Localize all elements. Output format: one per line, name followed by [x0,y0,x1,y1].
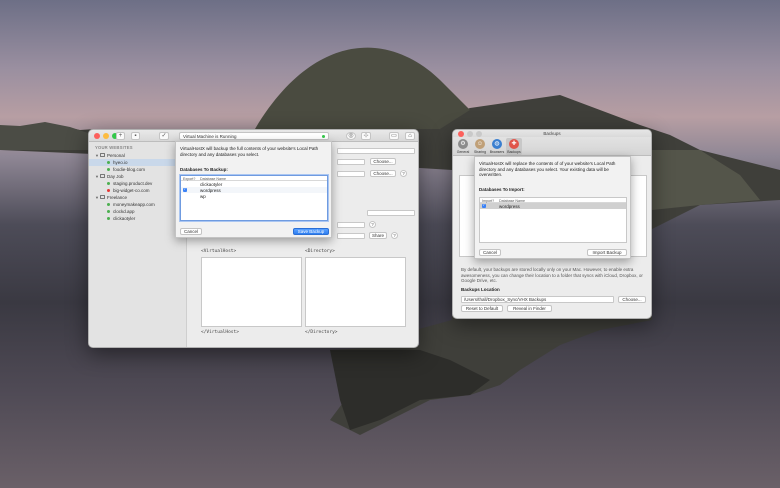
alias-help-button[interactable]: ? [369,221,376,228]
checkmark-icon: ✓ [161,133,167,139]
add-site-button[interactable]: + [116,132,125,140]
column-import: Import? [482,198,495,203]
sidebar: YOUR WEBSITES ▼ Personal hyeo.io foodie-b… [89,142,187,347]
window-title: Backups [543,131,561,136]
backup-database-table: Export? Database Name clickaotyler wordp… [180,175,328,221]
share-url-field[interactable] [337,233,365,239]
table-row[interactable]: wp [181,193,327,199]
status-dot-icon [107,202,110,206]
running-indicator [322,135,325,138]
tab-browsers[interactable]: ◍ Browsers [489,138,505,155]
sidebar-item-foodie-blog[interactable]: foodie-blog.com [89,166,186,173]
share-icon: ⊹ [363,133,369,139]
trash-icon: ▪ [134,133,137,139]
home-button[interactable]: ⌂ [405,132,415,140]
status-dot-icon [107,160,110,164]
plus-icon: + [118,133,123,139]
directory-close-label: </Directory> [305,330,338,335]
tab-sharing[interactable]: ☺ Sharing [472,138,488,155]
sync-button[interactable]: ◎ [346,132,356,140]
sidebar-item-moneymakeapp[interactable]: moneymakeapp.com [89,201,186,208]
port-field[interactable] [367,210,415,216]
terminal-icon: ▭ [391,133,397,139]
sidebar-item-big-widget[interactable]: big-widget-co.com [89,187,186,194]
backup-sheet: VirtualHostX will backup the full conten… [175,141,332,238]
import-description: VirtualHostX will replace the contents o… [479,161,616,177]
window-controls [94,133,118,139]
export-checkbox[interactable] [183,194,187,198]
import-database-table: Import? Database Name wordpress [479,197,627,243]
status-field: Virtual Machine is Running [179,132,329,140]
virtualhost-open-label: <VirtualHost> [201,249,237,254]
import-sheet: VirtualHostX will replace the contents o… [474,156,631,259]
export-checkbox[interactable] [183,182,187,186]
sidebar-item-staging-product[interactable]: staging.product.dev [89,180,186,187]
choose-log-path-button[interactable]: Choose... [370,170,396,177]
virtualhost-config-editor[interactable] [201,257,302,327]
domain-field[interactable] [337,148,415,154]
directory-config-editor[interactable] [305,257,406,327]
virtualhost-close-label: </VirtualHost> [201,330,239,335]
lifebuoy-icon: ✚ [509,139,519,149]
sidebar-item-hyeo[interactable]: hyeo.io [89,159,186,166]
directory-open-label: <Directory> [305,249,335,254]
minimize-button[interactable] [103,133,109,139]
import-checkbox[interactable] [482,203,486,208]
delete-site-button[interactable]: ▪ [131,132,140,140]
status-dot-icon [107,216,110,220]
status-text: Virtual Machine is Running [183,134,237,139]
tab-general[interactable]: ⚙ General [455,138,471,155]
status-dot-icon [107,209,110,213]
close-button[interactable] [94,133,100,139]
sync-icon: ◎ [348,133,354,139]
sharing-icon: ☺ [475,139,485,149]
share-button[interactable]: Share [369,232,387,239]
backups-titlebar: Backups [453,130,651,137]
tab-backups[interactable]: ✚ Backups [506,138,522,155]
backups-info-text: By default, your backups are stored loca… [461,267,643,284]
sidebar-item-clockd[interactable]: clockd.app [89,208,186,215]
status-dot-icon [107,181,110,185]
column-database-name: Database Name [499,198,525,203]
folder-icon [100,153,105,158]
reset-to-default-button[interactable]: Reset to Default [461,305,503,312]
share-help-button[interactable]: ? [391,232,398,239]
globe-icon: ◍ [492,139,502,149]
databases-to-import-title: Databases To Import: [479,187,525,192]
help-button[interactable]: ? [400,170,407,177]
backup-description: VirtualHostX will backup the full conten… [180,146,319,157]
alias-field[interactable] [337,222,365,228]
table-row[interactable]: wordpress [480,203,626,209]
gear-icon: ⚙ [458,139,468,149]
sidebar-group-day-job[interactable]: ▼ Day Job [89,173,186,180]
choose-local-path-button[interactable]: Choose... [370,158,396,165]
terminal-button[interactable]: ▭ [389,132,399,140]
sidebar-group-freelance[interactable]: ▼ Freelance [89,194,186,201]
databases-to-backup-title: Databases To Backup: [180,167,228,172]
export-checkbox[interactable] [183,187,187,192]
preferences-toolbar: ⚙ General ☺ Sharing ◍ Browsers ✚ Backups [453,137,651,156]
sidebar-heading: YOUR WEBSITES [95,145,133,150]
home-icon: ⌂ [408,133,412,139]
status-dot-icon [107,167,110,171]
share-toolbar-button[interactable]: ⊹ [361,132,371,140]
folder-icon [100,174,105,179]
sidebar-group-personal[interactable]: ▼ Personal [89,152,186,159]
cancel-button[interactable]: Cancel [479,249,501,256]
apply-button[interactable]: ✓ [159,132,169,140]
import-backup-button[interactable]: Import Backup [587,249,627,256]
save-backup-button[interactable]: Save Backup [293,228,329,235]
log-path-field[interactable] [337,171,365,177]
sidebar-item-clickaotyler[interactable]: clickaotyler [89,215,186,222]
backups-location-field[interactable]: /Users/thall/Dropbox_Sync/VHX Backups [461,296,614,303]
backups-location-label: Backups Location [461,287,500,292]
column-export: Export? [183,176,196,181]
choose-location-button[interactable]: Choose... [618,296,646,303]
local-path-field[interactable] [337,159,365,165]
cancel-button[interactable]: Cancel [180,228,202,235]
column-database-name: Database Name [200,176,226,181]
folder-icon [100,195,105,200]
reveal-in-finder-button[interactable]: Reveal in Finder [507,305,552,312]
status-dot-icon [107,188,110,192]
